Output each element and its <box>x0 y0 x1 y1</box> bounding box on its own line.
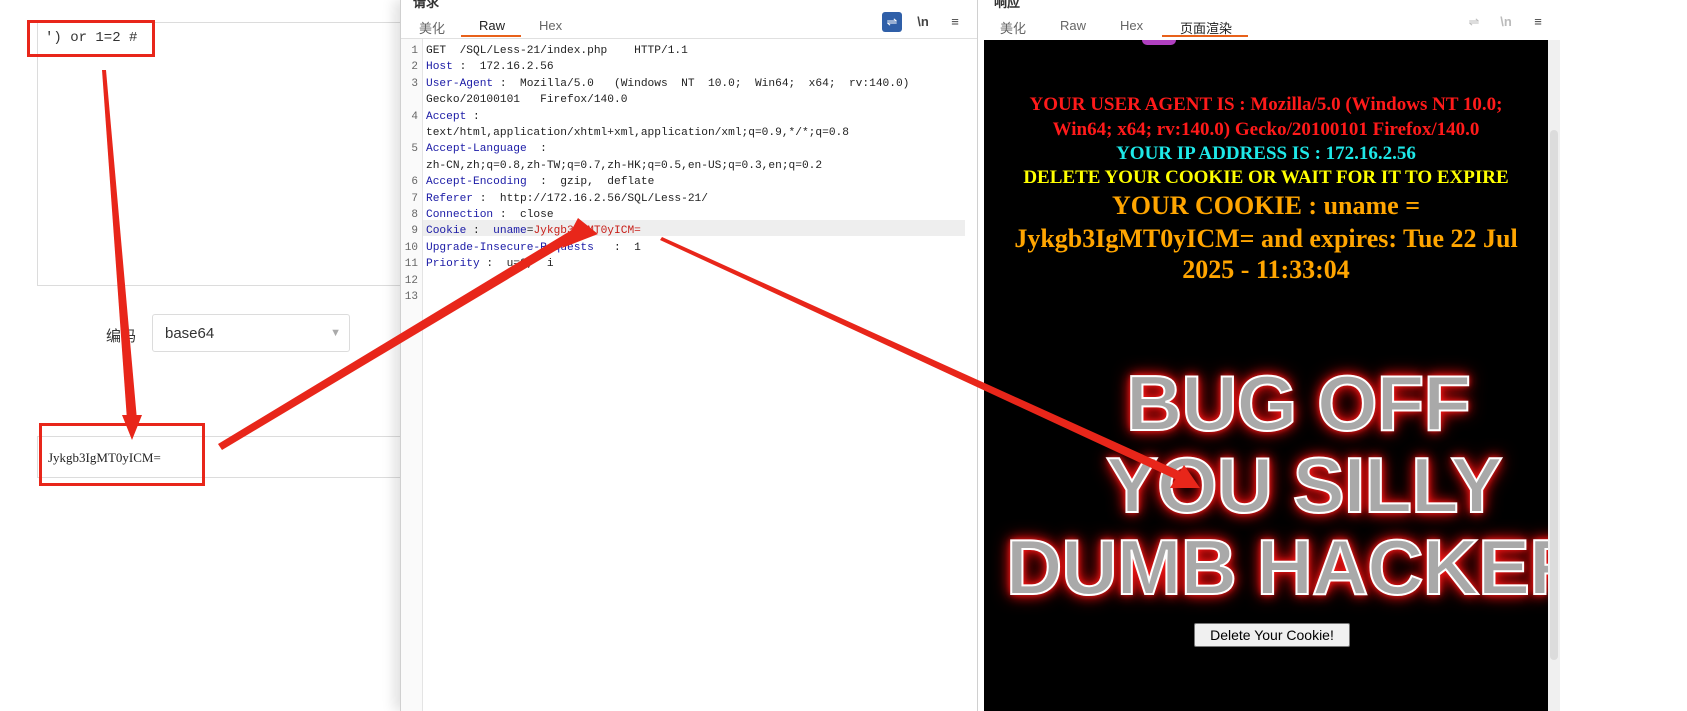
dumb-hacker-banner: DUMB HACKER <box>1005 522 1548 612</box>
chevron-down-icon: ▼ <box>330 327 341 339</box>
header-value: : 172.16.2.56 <box>452 61 554 74</box>
request-line: Upgrade-Insecure-Requests : 1 <box>426 242 641 254</box>
header-name: Accept-Language <box>426 143 527 156</box>
line-number: 12 <box>404 274 418 287</box>
line-number: 8 <box>411 209 418 221</box>
resp-tab-raw[interactable]: Raw <box>1060 18 1086 33</box>
request-line: Gecko/20100101 Firefox/140.0 <box>426 94 627 106</box>
header-name: Priority <box>426 258 480 271</box>
request-line: Accept : <box>426 111 480 123</box>
render-scrollbar-thumb[interactable] <box>1550 130 1558 660</box>
header-value: : <box>466 110 480 123</box>
line-number: 9 <box>411 225 418 238</box>
rendered-page: YOUR USER AGENT IS : Mozilla/5.0 (Window… <box>984 40 1548 711</box>
tab-raw[interactable]: Raw <box>479 18 505 33</box>
cookie-line-1: YOUR COOKIE : uname = <box>1111 191 1421 220</box>
delete-cookie-notice: DELETE YOUR COOKIE OR WAIT FOR IT TO EXP… <box>1023 167 1509 188</box>
request-panel: 请求 美化 Raw Hex ⇌ \n ≡ 1 2 3 4 5 6 7 8 9 10 11 12 13 G… <box>400 0 978 711</box>
tab-raw-underline <box>461 35 521 37</box>
header-value: : <box>526 143 547 156</box>
cookie-line-2: Jykgb3IgMT0yICM= and expires: Tue 22 Jul <box>1014 224 1518 253</box>
request-line: Connection : close <box>426 209 554 221</box>
line-number: 6 <box>411 176 418 189</box>
you-silly-banner: YOU SILLY <box>1105 440 1504 530</box>
bug-off-banner: BUG OFF <box>1125 358 1472 448</box>
header-name: Host <box>426 61 453 74</box>
header-value: Gecko/20100101 Firefox/140.0 <box>426 94 628 107</box>
cookie-name: uname <box>493 225 527 238</box>
header-name: Upgrade-Insecure-Requests <box>426 241 594 254</box>
request-line: User-Agent : Mozilla/5.0 (Windows NT 10.… <box>426 78 909 90</box>
line-number-gutter: 1 2 3 4 5 6 7 8 9 10 11 12 13 <box>401 39 423 711</box>
header-name: Cookie <box>426 225 467 238</box>
resp-tab-render-underline <box>1162 35 1248 37</box>
header-name: Accept-Encoding <box>426 176 527 189</box>
cookie-line-3: 2025 - 11:33:04 <box>1182 255 1350 284</box>
line-number: 4 <box>411 110 418 123</box>
cookie-value: Jykgb3IgMT0yICM= <box>533 225 641 238</box>
header-value: : <box>466 225 494 238</box>
header-value: : gzip, deflate <box>526 176 655 189</box>
encoder-input-area[interactable] <box>37 22 419 286</box>
ip-address-line: YOUR IP ADDRESS IS : 172.16.2.56 <box>1116 143 1416 164</box>
delete-cookie-button[interactable]: Delete Your Cookie! <box>1194 623 1350 647</box>
line-number: 10 <box>404 241 418 254</box>
encoding-select-value: base64 <box>165 325 215 342</box>
header-value: text/html,application/xhtml+xml,applicat… <box>426 127 849 139</box>
encoding-label: 编码 <box>106 328 137 345</box>
line-number: 3 <box>411 77 418 90</box>
decorative-blob <box>1142 40 1176 45</box>
header-value: : Mozilla/5.0 (Windows NT 10.0; Win64; x… <box>493 77 910 90</box>
line-number: 13 <box>404 291 418 303</box>
user-agent-line-2: Win64; x64; rv:140.0) Gecko/20100101 Fir… <box>1052 119 1480 140</box>
header-value: : u=0, i <box>479 258 554 271</box>
request-line: Priority : u=0, i <box>426 258 554 270</box>
encoding-select[interactable]: base64 ▼ <box>152 314 350 352</box>
newline-toggle-icon[interactable]: \n <box>913 12 933 32</box>
request-line: Accept-Language : <box>426 143 547 155</box>
request-line: Host : 172.16.2.56 <box>426 61 554 73</box>
line-number: 7 <box>411 192 418 205</box>
header-name: Accept <box>426 110 467 123</box>
menu-icon[interactable]: ≡ <box>1528 12 1548 32</box>
menu-icon[interactable]: ≡ <box>945 12 965 32</box>
response-panel: 响应 美化 Raw Hex 页面渲染 ⇌ \n ≡ YOUR USER AGEN… <box>977 0 1687 711</box>
request-line: text/html,application/xhtml+xml,applicat… <box>426 127 849 139</box>
response-panel-title: 响应 <box>994 0 1021 10</box>
request-line: Accept-Encoding : gzip, deflate <box>426 176 654 188</box>
toolbar-divider <box>401 38 978 39</box>
request-line: Cookie : uname=Jykgb3IgMT0yICM= <box>426 225 641 237</box>
header-name: Referer <box>426 192 473 205</box>
header-value: : 1 <box>593 241 641 254</box>
request-line: zh-CN,zh;q=0.8,zh-TW;q=0.7,zh-HK;q=0.5,e… <box>426 160 822 172</box>
tab-pretty[interactable]: 美化 <box>419 18 445 37</box>
request-panel-title: 请求 <box>413 0 440 10</box>
line-number: 5 <box>411 143 418 156</box>
header-value: : close <box>493 209 554 221</box>
resp-tab-hex[interactable]: Hex <box>1120 18 1143 33</box>
header-value: GET /SQL/Less-21/index.php HTTP/1.1 <box>426 45 688 57</box>
newline-toggle-icon[interactable]: \n <box>1496 12 1516 32</box>
word-wrap-icon[interactable]: ⇌ <box>882 12 902 32</box>
header-name: User-Agent <box>426 77 494 90</box>
word-wrap-icon[interactable]: ⇌ <box>1464 12 1484 32</box>
line-number: 1 <box>411 45 418 57</box>
highlight-box-output <box>39 423 205 486</box>
header-value: zh-CN,zh;q=0.8,zh-TW;q=0.7,zh-HK;q=0.5,e… <box>426 159 823 172</box>
header-name: Connection <box>426 209 494 221</box>
resp-tab-pretty[interactable]: 美化 <box>1000 18 1026 37</box>
tab-hex[interactable]: Hex <box>539 18 562 33</box>
request-line: GET /SQL/Less-21/index.php HTTP/1.1 <box>426 45 688 57</box>
highlight-box-input <box>27 20 155 57</box>
request-line: Referer : http://172.16.2.56/SQL/Less-21… <box>426 193 708 205</box>
line-number: 11 <box>404 258 418 271</box>
line-number: 2 <box>411 61 418 74</box>
header-value: : http://172.16.2.56/SQL/Less-21/ <box>473 192 708 205</box>
user-agent-line-1: YOUR USER AGENT IS : Mozilla/5.0 (Window… <box>1029 94 1503 115</box>
